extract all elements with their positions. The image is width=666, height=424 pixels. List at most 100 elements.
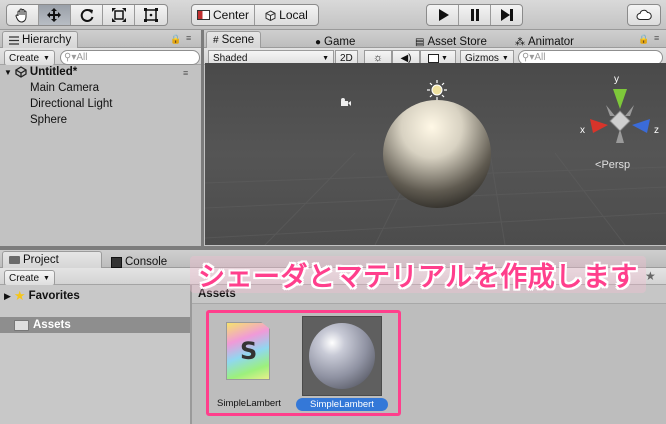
scene-tabstrip: # Scene ● Game ▤ Asset Store ⁂ Animator … <box>204 30 666 48</box>
move-icon <box>47 8 62 22</box>
gizmo-x-label: x <box>580 125 585 136</box>
pause-button[interactable] <box>459 5 491 25</box>
play-button[interactable] <box>427 5 459 25</box>
camera-gizmo[interactable] <box>341 98 351 106</box>
annotation-text: シェーダとマテリアルを作成します <box>198 262 638 293</box>
step-button[interactable] <box>491 5 522 25</box>
playback-controls <box>426 4 523 26</box>
x-axis-cone[interactable] <box>590 119 608 133</box>
sphere-object[interactable] <box>383 100 491 208</box>
expand-down-icon[interactable]: ▼ <box>4 68 12 77</box>
cloud-icon <box>636 9 652 20</box>
animator-icon: ⁂ <box>515 36 525 48</box>
star-icon: ★ <box>13 288 26 303</box>
main-toolbar: Center Local <box>0 0 666 30</box>
play-icon <box>438 9 449 21</box>
cloud-button[interactable] <box>628 5 660 25</box>
tab-scene[interactable]: # Scene <box>206 31 262 48</box>
hierarchy-create-dropdown[interactable]: Create ▼ <box>4 50 55 66</box>
chevron-down-icon: ▼ <box>43 274 50 282</box>
favorites-row[interactable]: ▶ ★ Favorites <box>4 288 80 304</box>
assets-folder-label: Assets <box>33 319 71 331</box>
shader-file-icon: S <box>226 322 270 380</box>
hierarchy-tree: ▼ Untitled* ≡ Main Camera Directional Li… <box>0 65 201 247</box>
pivot-toggle-button[interactable]: Center <box>192 5 255 25</box>
scene-menu-icon[interactable]: ≡ <box>183 68 188 78</box>
space-toggle-button[interactable]: Local <box>255 5 318 25</box>
favorites-label: Favorites <box>28 290 80 302</box>
step-icon <box>500 9 513 21</box>
orientation-gizmo[interactable] <box>590 89 650 143</box>
lock-icon[interactable]: 🔒 <box>638 34 649 45</box>
asset-shader-item[interactable]: S SimpleLambert <box>212 314 282 414</box>
rotate-tool-button[interactable] <box>71 5 103 25</box>
annotation-callout: シェーダとマテリアルを作成します <box>190 256 646 293</box>
create-label: Create <box>9 52 40 64</box>
tab-hierarchy[interactable]: Hierarchy <box>2 31 79 48</box>
search-placeholder: All <box>534 52 546 63</box>
z-axis-cone[interactable] <box>632 119 650 133</box>
y-axis-cone[interactable] <box>613 89 627 109</box>
material-preview <box>302 316 382 396</box>
material-sphere-icon <box>309 323 375 389</box>
favorite-star-icon[interactable]: ★ <box>645 269 656 283</box>
create-label: Create <box>9 272 40 284</box>
search-icon: ⚲▾ <box>522 52 535 63</box>
tab-console-label: Console <box>125 256 168 268</box>
gizmo-y-label: y <box>614 74 619 85</box>
folder-icon <box>9 256 20 264</box>
hierarchy-item-sphere[interactable]: Sphere <box>30 114 67 126</box>
pivot-space-group: Center Local <box>191 4 319 26</box>
scene-root-row[interactable]: ▼ Untitled* <box>4 66 77 78</box>
shading-mode-label: Shaded <box>213 52 248 64</box>
hand-icon <box>15 8 27 23</box>
space-label: Local <box>279 8 308 22</box>
pause-icon <box>470 9 479 21</box>
tab-project[interactable]: Project <box>2 251 102 268</box>
hierarchy-item-main-camera[interactable]: Main Camera <box>30 82 99 94</box>
panel-menu-icon[interactable]: ≡ <box>186 33 191 43</box>
tab-project-label: Project <box>23 254 59 266</box>
chevron-down-icon: ▼ <box>441 54 448 62</box>
panel-menu-icon[interactable]: ≡ <box>654 33 659 43</box>
assets-folder-row[interactable]: Assets <box>0 317 190 333</box>
rect-icon <box>144 8 159 22</box>
speaker-icon: ◀) <box>400 52 412 64</box>
asset-name-selected: SimpleLambert <box>296 398 388 411</box>
store-icon: ▤ <box>415 36 425 48</box>
asset-material-item[interactable]: SimpleLambert <box>296 314 396 414</box>
gizmos-label: Gizmos <box>465 52 499 64</box>
mode-2d-label: 2D <box>340 52 353 64</box>
pivot-center-icon <box>196 10 210 20</box>
console-icon <box>111 256 122 268</box>
hierarchy-search-input[interactable]: ⚲▾ All <box>60 50 200 65</box>
game-icon: ● <box>315 36 322 48</box>
directional-light-gizmo[interactable] <box>427 80 447 100</box>
expand-right-icon[interactable]: ▶ <box>4 291 11 302</box>
cube-icon <box>265 9 276 21</box>
list-icon <box>9 35 19 45</box>
image-icon <box>428 53 440 63</box>
scene-canvas[interactable]: y x z <Persp <box>205 63 666 245</box>
rect-tool-button[interactable] <box>135 5 167 25</box>
cloud-button-group <box>627 4 661 26</box>
rotate-icon <box>80 9 93 22</box>
search-icon: ⚲▾ <box>64 52 77 63</box>
tab-asset-store-label: Asset Store <box>427 36 487 48</box>
projection-toggle[interactable]: <Persp <box>595 159 630 171</box>
lock-icon[interactable]: 🔒 <box>170 34 181 45</box>
chevron-down-icon: ▼ <box>322 54 329 62</box>
unity-scene-icon <box>15 66 27 78</box>
move-tool-button[interactable] <box>38 5 72 25</box>
tab-scene-label: Scene <box>221 34 255 46</box>
transform-tools <box>6 4 168 26</box>
hand-tool-button[interactable] <box>7 5 39 25</box>
scene-viewport[interactable]: y x z <Persp <box>205 63 666 245</box>
shader-icon-letter: S <box>240 337 258 365</box>
gizmo-z-label: z <box>654 125 659 136</box>
project-create-dropdown[interactable]: Create ▼ <box>4 270 55 286</box>
hierarchy-item-directional-light[interactable]: Directional Light <box>30 98 112 110</box>
asset-browser: Assets S SimpleLambert SimpleLambert <box>192 285 666 424</box>
scale-icon <box>111 8 126 22</box>
scale-tool-button[interactable] <box>103 5 136 25</box>
